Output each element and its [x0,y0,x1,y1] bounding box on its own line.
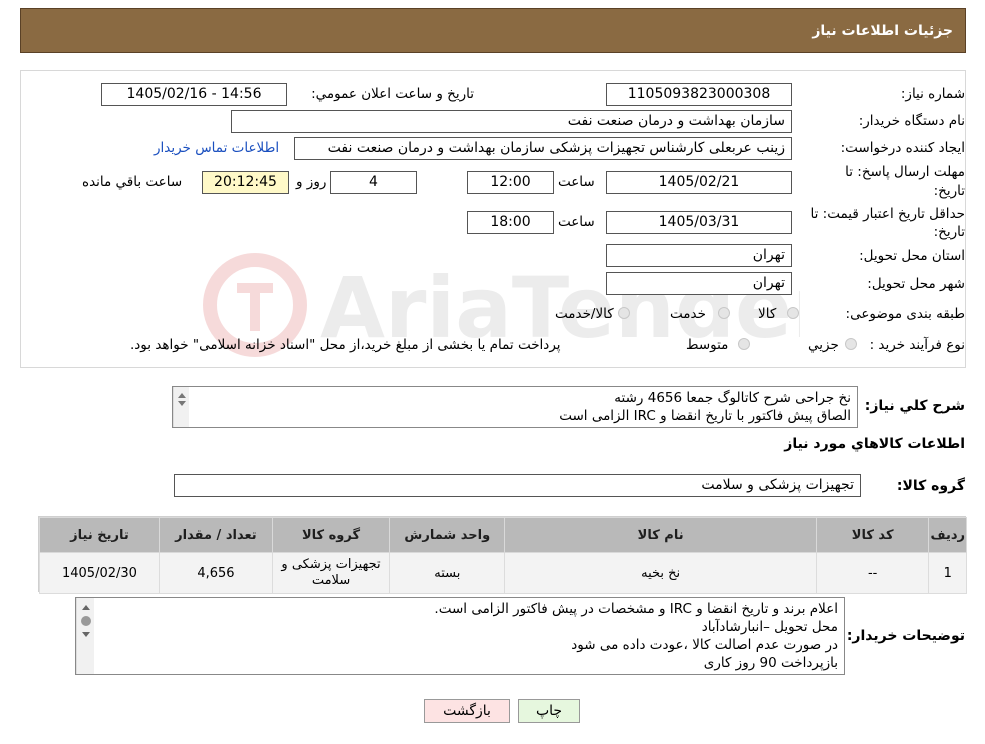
cell-name: نخ بخیه [504,552,817,594]
creator-field: زینب عربعلی کارشناس تجهیزات پزشکی سازمان… [294,137,792,160]
items-table-header: رديف کد کالا نام کالا واحد شمارش گروه کا… [39,517,967,553]
category-option-goods-service: کالا/خدمت [555,306,614,322]
cell-group: تجهیزات پزشکی و سلامت [271,552,391,594]
process-radio-minor[interactable] [845,338,857,350]
need-number-label: شماره نیاز: [900,86,965,102]
description-line-2: الصاق پیش فاکتور با تاریخ انقضا و IRC ال… [559,408,851,424]
validity-label-date: تاريخ: [933,224,965,240]
validity-label: حداقل تاريخ اعتبار قيمت: تا [810,206,965,222]
description-scrollbar[interactable] [173,387,189,427]
creator-label: ايجاد كننده درخواست: [840,140,965,156]
col-unit-header: واحد شمارش [389,517,506,553]
cell-quantity: 4,656 [158,552,273,594]
description-textarea[interactable]: نخ جراحی شرح کاتالوگ جمعا 4656 رشته الصا… [172,386,858,428]
scroll-down-icon[interactable] [177,401,186,406]
announce-label: تاریخ و ساعت اعلان عمومي: [311,86,474,102]
process-option-minor: جزيي [808,337,839,353]
remaining-time-field: 20:12:45 [202,171,289,194]
process-label: نوع فرآيند خريد : [869,337,965,353]
deadline-label: مهلت ارسال پاسخ: تا [845,164,965,180]
category-radio-goods[interactable] [787,307,799,319]
remaining-days-field: 4 [330,171,417,194]
back-button[interactable]: بازگشت [424,699,510,723]
col-code-header: کد کالا [815,517,930,553]
page-title: جزئیات اطلاعات نیاز [812,23,953,39]
buyer-notes-textarea[interactable]: اعلام برند و تاریخ انقضا و IRC و مشخصات … [75,597,845,675]
validity-date-field: 1405/03/31 [606,211,792,234]
validity-time-field: 18:00 [467,211,554,234]
buyer-notes-label: توضيحات خريدار: [846,628,965,644]
cell-need-date: 1405/02/30 [39,552,160,594]
announce-datetime-field: 1405/02/16 - 14:56 [101,83,287,106]
validity-time-label: ساعت [558,214,595,230]
description-line-1: نخ جراحی شرح کاتالوگ جمعا 4656 رشته [614,390,851,406]
goods-section-title: اطلاعات کالاهاي مورد نياز [784,436,965,452]
col-row-header: رديف [928,517,967,553]
buyer-notes-scrollbar[interactable] [76,598,94,674]
process-payment-note: پرداخت تمام يا بخشی از مبلغ خريد،از محل … [130,337,561,353]
buyer-notes-line-2: محل تحویل –انبارشادآباد [701,619,838,635]
deadline-date-field: 1405/02/21 [606,171,792,194]
buyer-notes-line-4: بازپرداخت 90 روز کاری [703,655,838,671]
days-label: روز و [296,174,327,190]
city-field: تهران [606,272,792,295]
goods-group-label: گروه کالا: [896,478,965,494]
col-date-header: تاريخ نياز [39,517,160,553]
items-table-frame: رديف کد کالا نام کالا واحد شمارش گروه کا… [38,516,967,594]
province-label: استان محل تحويل: [859,248,965,264]
buyer-contact-link[interactable]: اطلاعات تماس خريدار [154,140,279,156]
print-button[interactable]: چاپ [518,699,580,723]
items-table: رديف کد کالا نام کالا واحد شمارش گروه کا… [39,517,967,594]
scroll-thumb[interactable] [80,616,91,626]
category-radio-service[interactable] [718,307,730,319]
scroll-up-icon[interactable] [81,605,90,610]
need-number-field: 1105093823000308 [606,83,792,106]
col-group-header: گروه کالا [271,517,391,553]
category-option-service: خدمت [670,306,706,322]
buyer-org-field: سازمان بهداشت و درمان صنعت نفت [231,110,792,133]
category-label: طبقه بندی موضوعی: [845,306,965,322]
deadline-time-field: 12:00 [467,171,554,194]
col-qty-header: تعداد / مقدار [158,517,273,553]
province-field: تهران [606,244,792,267]
category-option-goods: کالا [758,306,777,322]
goods-group-field: تجهیزات پزشکی و سلامت [174,474,861,497]
scroll-down-icon[interactable] [81,632,90,637]
process-radio-medium[interactable] [738,338,750,350]
cell-group-line-2: سلامت [311,573,351,588]
cell-group-line-1: تجهیزات پزشکی و [281,557,381,572]
cell-code: -- [815,552,930,594]
page-header: جزئیات اطلاعات نیاز [20,8,966,53]
scroll-up-icon[interactable] [177,393,186,398]
description-label: شرح کلي نياز: [864,398,965,414]
category-radio-goods-service[interactable] [618,307,630,319]
buyer-notes-line-1: اعلام برند و تاریخ انقضا و IRC و مشخصات … [434,601,838,617]
deadline-label-date: تاريخ: [933,183,965,199]
table-row: 1 -- نخ بخیه بسته تجهیزات پزشکی و سلامت … [39,552,967,594]
process-option-medium: متوسط [686,337,729,353]
buyer-org-label: نام دستگاه خريدار: [858,113,965,129]
deadline-time-label: ساعت [558,174,595,190]
cell-row-index: 1 [928,552,967,594]
buyer-notes-line-3: در صورت عدم اصالت کالا ،عودت داده می شود [571,637,838,653]
col-name-header: نام کالا [504,517,817,553]
city-label: شهر محل تحويل: [867,276,965,292]
cell-unit: بسته [389,552,506,594]
remaining-label: ساعت باقي مانده [82,174,183,190]
